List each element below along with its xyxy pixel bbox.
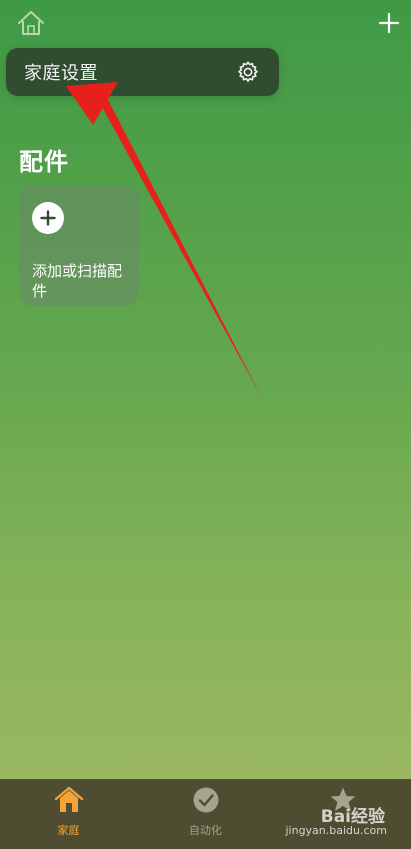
- gear-icon: [235, 59, 261, 85]
- home-settings-label: 家庭设置: [24, 63, 98, 84]
- tab-automation[interactable]: 自动化: [137, 779, 274, 849]
- tab-home[interactable]: 家庭: [0, 779, 137, 849]
- home-outline-icon: [18, 11, 44, 35]
- plus-icon: [378, 12, 400, 34]
- tab-home-label: 家庭: [57, 824, 80, 837]
- accessories-section-title: 配件: [19, 148, 69, 176]
- home-button[interactable]: [14, 8, 48, 38]
- add-button[interactable]: [375, 8, 403, 38]
- tab-automation-label: 自动化: [189, 824, 222, 837]
- add-accessory-label: 添加或扫描配件: [32, 262, 123, 300]
- clock-check-icon: [191, 785, 221, 815]
- annotation-arrow: [66, 82, 262, 398]
- watermark-url: jingyan.baidu.com: [285, 824, 387, 837]
- home-filled-icon: [54, 785, 84, 815]
- add-accessory-tile[interactable]: 添加或扫描配件: [19, 186, 139, 306]
- plus-circle-icon: [32, 202, 64, 234]
- top-bar: [0, 0, 411, 46]
- home-settings-menu-item[interactable]: 家庭设置: [6, 48, 279, 96]
